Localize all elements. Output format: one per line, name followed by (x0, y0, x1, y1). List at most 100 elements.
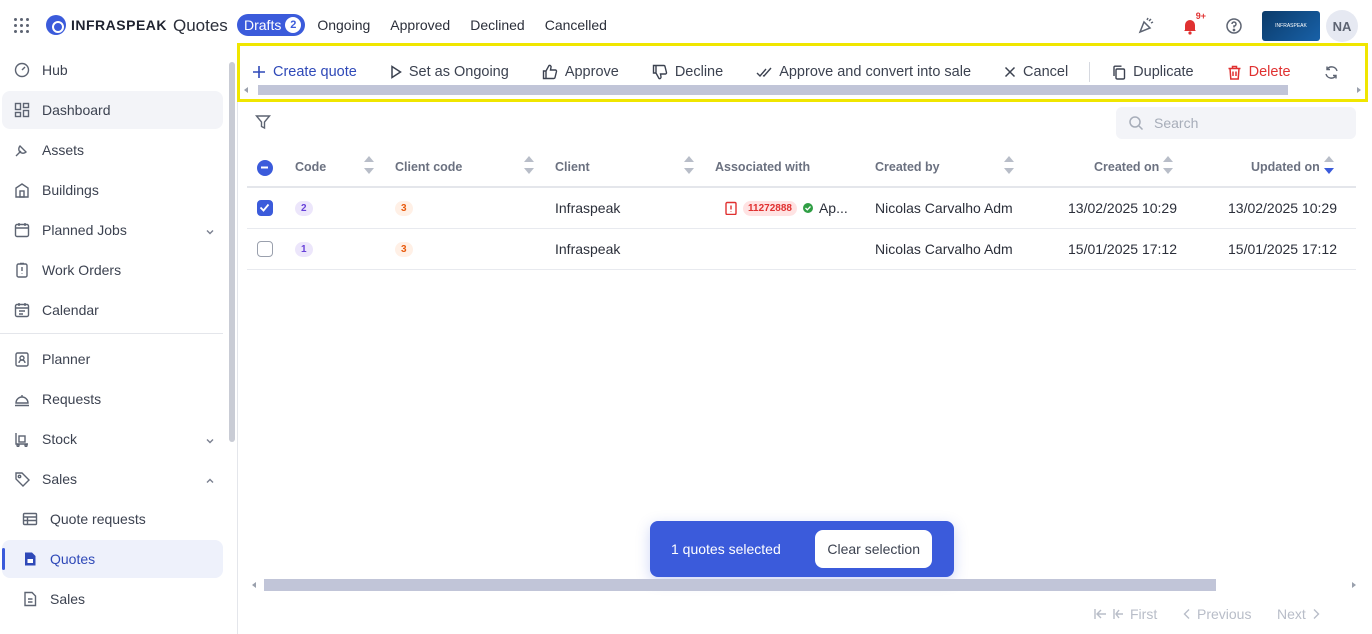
search-input[interactable] (1154, 115, 1334, 131)
actions-list: Create quote Set as Ongoing Approve Decl… (252, 61, 1372, 83)
decline-button[interactable]: Decline (652, 64, 723, 80)
sidebar-item-hub[interactable]: Hub (2, 51, 223, 89)
notifications-bell-icon[interactable]: 9+ (1168, 10, 1212, 42)
sort-created-by-icon[interactable] (1004, 156, 1014, 178)
app-logo[interactable]: INFRASPEAK (46, 15, 167, 35)
sidebar-item-sales[interactable]: Sales (2, 460, 223, 498)
tab-cancelled[interactable]: Cancelled (537, 14, 615, 36)
search-box[interactable] (1116, 107, 1356, 139)
user-avatar[interactable]: NA (1326, 10, 1358, 42)
duplicate-button[interactable]: Duplicate (1112, 64, 1194, 80)
chevron-down-icon[interactable] (205, 433, 215, 449)
table-row[interactable]: 1 3 Infraspeak Nicolas Carvalho Adm 15/0… (247, 229, 1356, 270)
sidebar-item-calendar[interactable]: Calendar (2, 291, 223, 329)
set-ongoing-label: Set as Ongoing (408, 64, 509, 80)
chevron-down-icon[interactable] (205, 224, 215, 240)
updated-on-cell: 13/02/2025 10:29 (1228, 200, 1337, 216)
scroll-right-arrow-icon[interactable] (1357, 87, 1361, 93)
set-ongoing-button[interactable]: Set as Ongoing (390, 64, 509, 80)
sidebar-item-label: Dashboard (42, 102, 111, 118)
stock-icon (14, 431, 30, 447)
sidebar-item-quotes[interactable]: Quotes (2, 540, 223, 578)
sidebar-item-quote-requests[interactable]: Quote requests (2, 500, 223, 538)
select-all-checkbox[interactable] (257, 160, 273, 176)
double-check-icon (756, 67, 772, 78)
quotes-icon (22, 551, 38, 567)
sidebar-item-label: Work Orders (42, 262, 122, 278)
create-quote-button[interactable]: Create quote (252, 64, 357, 80)
quotes-table: Code Client code Client Associated with … (247, 148, 1356, 270)
filter-icon[interactable] (255, 114, 273, 132)
created-on-cell: 13/02/2025 10:29 (1068, 200, 1177, 216)
clear-selection-button[interactable]: Clear selection (815, 530, 932, 568)
cancel-button[interactable]: Cancel (1004, 64, 1068, 80)
top-right-tools: 9+ INFRASPEAK NA (1124, 10, 1358, 42)
tab-approved[interactable]: Approved (382, 14, 458, 36)
scroll-left-arrow-icon[interactable] (244, 87, 248, 93)
column-header-associated-with[interactable]: Associated with (715, 160, 810, 174)
sort-updated-on-icon[interactable] (1324, 156, 1334, 178)
scroll-thumb[interactable] (264, 579, 1216, 591)
associated-status-text: Ap... (818, 200, 848, 216)
tab-drafts-label: Drafts (244, 17, 282, 33)
column-header-created-by[interactable]: Created by (875, 160, 940, 174)
help-icon[interactable] (1212, 10, 1256, 42)
client-code-badge: 3 (395, 201, 413, 216)
first-page-button[interactable]: First (1094, 606, 1157, 622)
associated-with-cell[interactable]: 11272888 Ap... (725, 200, 848, 216)
sidebar-item-buildings[interactable]: Buildings (2, 171, 223, 209)
created-on-cell: 15/01/2025 17:12 (1068, 241, 1177, 257)
apps-grid-icon[interactable] (12, 16, 32, 36)
sort-code-icon[interactable] (364, 156, 374, 178)
sidebar-item-stock[interactable]: Stock (2, 420, 223, 458)
tab-drafts[interactable]: Drafts 2 (237, 14, 306, 36)
delete-button[interactable]: Delete (1227, 64, 1291, 80)
created-by-cell: Nicolas Carvalho Adm (875, 241, 1013, 257)
sidebar-item-dashboard[interactable]: Dashboard (2, 91, 223, 129)
previous-page-button[interactable]: Previous (1183, 606, 1251, 622)
scroll-thumb[interactable] (258, 85, 1288, 95)
row-checkbox[interactable] (257, 200, 273, 216)
next-page-button[interactable]: Next (1277, 606, 1320, 622)
sort-client-icon[interactable] (684, 156, 694, 178)
approve-button[interactable]: Approve (542, 64, 619, 80)
sort-client-code-icon[interactable] (524, 156, 534, 178)
client-cell: Infraspeak (555, 241, 621, 257)
sidebar-item-sales-docs[interactable]: Sales (2, 580, 223, 618)
row-checkbox[interactable] (257, 241, 273, 257)
sidebar-scrollbar[interactable] (229, 62, 235, 442)
column-header-client[interactable]: Client (555, 160, 590, 174)
approve-and-convert-button[interactable]: Approve and convert into sale (756, 64, 971, 80)
assets-icon (14, 142, 30, 158)
column-header-updated-on[interactable]: Updated on (1251, 160, 1320, 174)
company-logo[interactable]: INFRASPEAK (1262, 11, 1320, 41)
company-logo-text: INFRASPEAK (1275, 23, 1307, 29)
scroll-left-arrow-icon[interactable] (252, 582, 256, 588)
column-header-client-code[interactable]: Client code (395, 160, 462, 174)
column-header-code[interactable]: Code (295, 160, 326, 174)
toolbar-horizontal-scrollbar[interactable] (244, 85, 1361, 97)
sidebar-item-assets[interactable]: Assets (2, 131, 223, 169)
code-badge: 1 (295, 242, 313, 257)
whats-new-icon[interactable] (1124, 10, 1168, 42)
sidebar-item-planned-jobs[interactable]: Planned Jobs (2, 211, 223, 249)
search-icon (1129, 116, 1144, 131)
sidebar-item-planner[interactable]: Planner (2, 340, 223, 378)
sidebar-divider (0, 333, 223, 334)
chevron-up-icon[interactable] (205, 473, 215, 489)
sidebar-item-requests[interactable]: Requests (2, 380, 223, 418)
sidebar-item-work-orders[interactable]: Work Orders (2, 251, 223, 289)
cancel-label: Cancel (1023, 64, 1069, 80)
tab-declined[interactable]: Declined (462, 14, 532, 36)
notification-count: 9+ (1195, 11, 1206, 21)
scroll-right-arrow-icon[interactable] (1352, 582, 1356, 588)
sidebar-item-label: Buildings (42, 182, 99, 198)
table-row[interactable]: 2 3 Infraspeak 11272888 Ap... Nicolas Ca… (247, 188, 1356, 229)
sort-created-on-icon[interactable] (1163, 156, 1173, 178)
column-header-created-on[interactable]: Created on (1094, 160, 1159, 174)
table-horizontal-scrollbar[interactable] (252, 578, 1356, 592)
tab-ongoing[interactable]: Ongoing (309, 14, 378, 36)
refresh-button[interactable] (1324, 65, 1339, 80)
tab-drafts-count: 2 (285, 17, 302, 33)
previous-page-label: Previous (1197, 606, 1252, 622)
